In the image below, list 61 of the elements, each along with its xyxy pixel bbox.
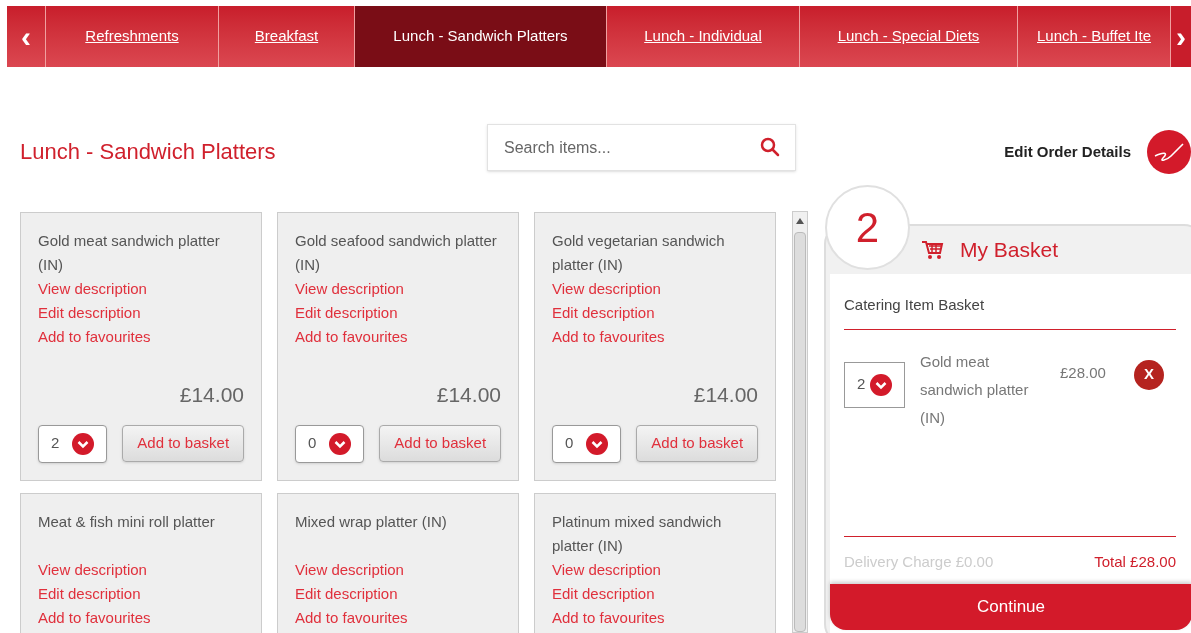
product-link[interactable]: Edit description: [552, 301, 655, 325]
category-tab[interactable]: Lunch - Individual: [607, 6, 800, 67]
category-tab[interactable]: Lunch - Buffet Ite: [1018, 6, 1171, 67]
add-to-basket-button[interactable]: Add to basket: [122, 424, 244, 462]
category-tab[interactable]: Lunch - Special Diets: [800, 6, 1018, 67]
product-link[interactable]: Add to favourites: [552, 606, 665, 630]
product-name: Mixed wrap platter (IN): [295, 512, 448, 532]
basket-title: My Basket: [960, 237, 1059, 264]
chevron-down-icon: [72, 432, 95, 455]
product-link[interactable]: View description: [38, 558, 147, 582]
product-link[interactable]: Add to favourites: [38, 325, 151, 349]
continue-button[interactable]: Continue: [830, 584, 1191, 630]
scroll-up-icon[interactable]: [796, 218, 804, 224]
product-name: Gold seafood sandwich platter (IN): [295, 231, 498, 275]
previous-button[interactable]: ‹: [7, 6, 46, 67]
category-tab[interactable]: Refreshments: [46, 6, 219, 67]
basket-subtitle: Catering Item Basket: [844, 294, 1176, 330]
search-icon[interactable]: [760, 137, 780, 157]
product-price: £14.00: [435, 382, 501, 408]
product-link[interactable]: View description: [552, 277, 661, 301]
product-link[interactable]: Add to favourites: [38, 606, 151, 630]
product-link[interactable]: Add to favourites: [552, 325, 665, 349]
pen-icon[interactable]: [1147, 130, 1191, 174]
product-link[interactable]: Edit description: [552, 582, 655, 606]
quantity-dropdown[interactable]: 2: [38, 424, 108, 463]
cart-icon: [922, 240, 944, 260]
add-to-basket-button[interactable]: Add to basket: [379, 424, 501, 462]
scrollbar[interactable]: [792, 211, 808, 633]
product-name: Gold vegetarian sandwich platter (IN): [552, 231, 726, 275]
basket-item-name: Gold meat sandwich platter (IN): [920, 351, 1030, 428]
quantity-dropdown[interactable]: 0: [295, 424, 365, 463]
page-title: Lunch - Sandwich Platters: [20, 138, 276, 166]
product-link[interactable]: View description: [295, 277, 404, 301]
chevron-down-icon: [586, 432, 609, 455]
product-link[interactable]: View description: [552, 558, 661, 582]
product-name: Platinum mixed sandwich platter (IN): [552, 512, 723, 556]
product-price: £14.00: [178, 382, 244, 408]
chevron-down-icon: [870, 373, 892, 396]
product-link[interactable]: View description: [295, 558, 404, 582]
product-link[interactable]: Add to favourites: [295, 606, 408, 630]
product-link[interactable]: Edit description: [295, 301, 398, 325]
product-link[interactable]: View description: [38, 277, 147, 301]
product-link[interactable]: Edit description: [295, 582, 398, 606]
basket-item-price: £28.00: [1060, 362, 1106, 383]
product-link[interactable]: Add to favourites: [295, 325, 408, 349]
edit-order-link[interactable]: Edit Order Details: [1004, 140, 1131, 164]
product-name: Meat & fish mini roll platter: [38, 512, 216, 532]
next-button[interactable]: ›: [1171, 6, 1191, 67]
product-link[interactable]: Edit description: [38, 582, 141, 606]
search-field[interactable]: Search items...: [487, 124, 796, 171]
quantity-dropdown[interactable]: 0: [552, 424, 622, 463]
product-link[interactable]: Edit description: [38, 301, 141, 325]
product-name: Gold meat sandwich platter (IN): [38, 231, 221, 275]
basket-total: Total £28.00: [1094, 551, 1176, 572]
product-price: £14.00: [692, 382, 758, 408]
category-tab[interactable]: Breakfast: [219, 6, 355, 67]
remove-button[interactable]: X: [1133, 359, 1164, 390]
chevron-down-icon: [329, 432, 352, 455]
quantity-dropdown[interactable]: 2: [844, 361, 905, 408]
add-to-basket-button[interactable]: Add to basket: [636, 424, 758, 462]
category-tab[interactable]: Lunch - Sandwich Platters: [355, 6, 607, 67]
